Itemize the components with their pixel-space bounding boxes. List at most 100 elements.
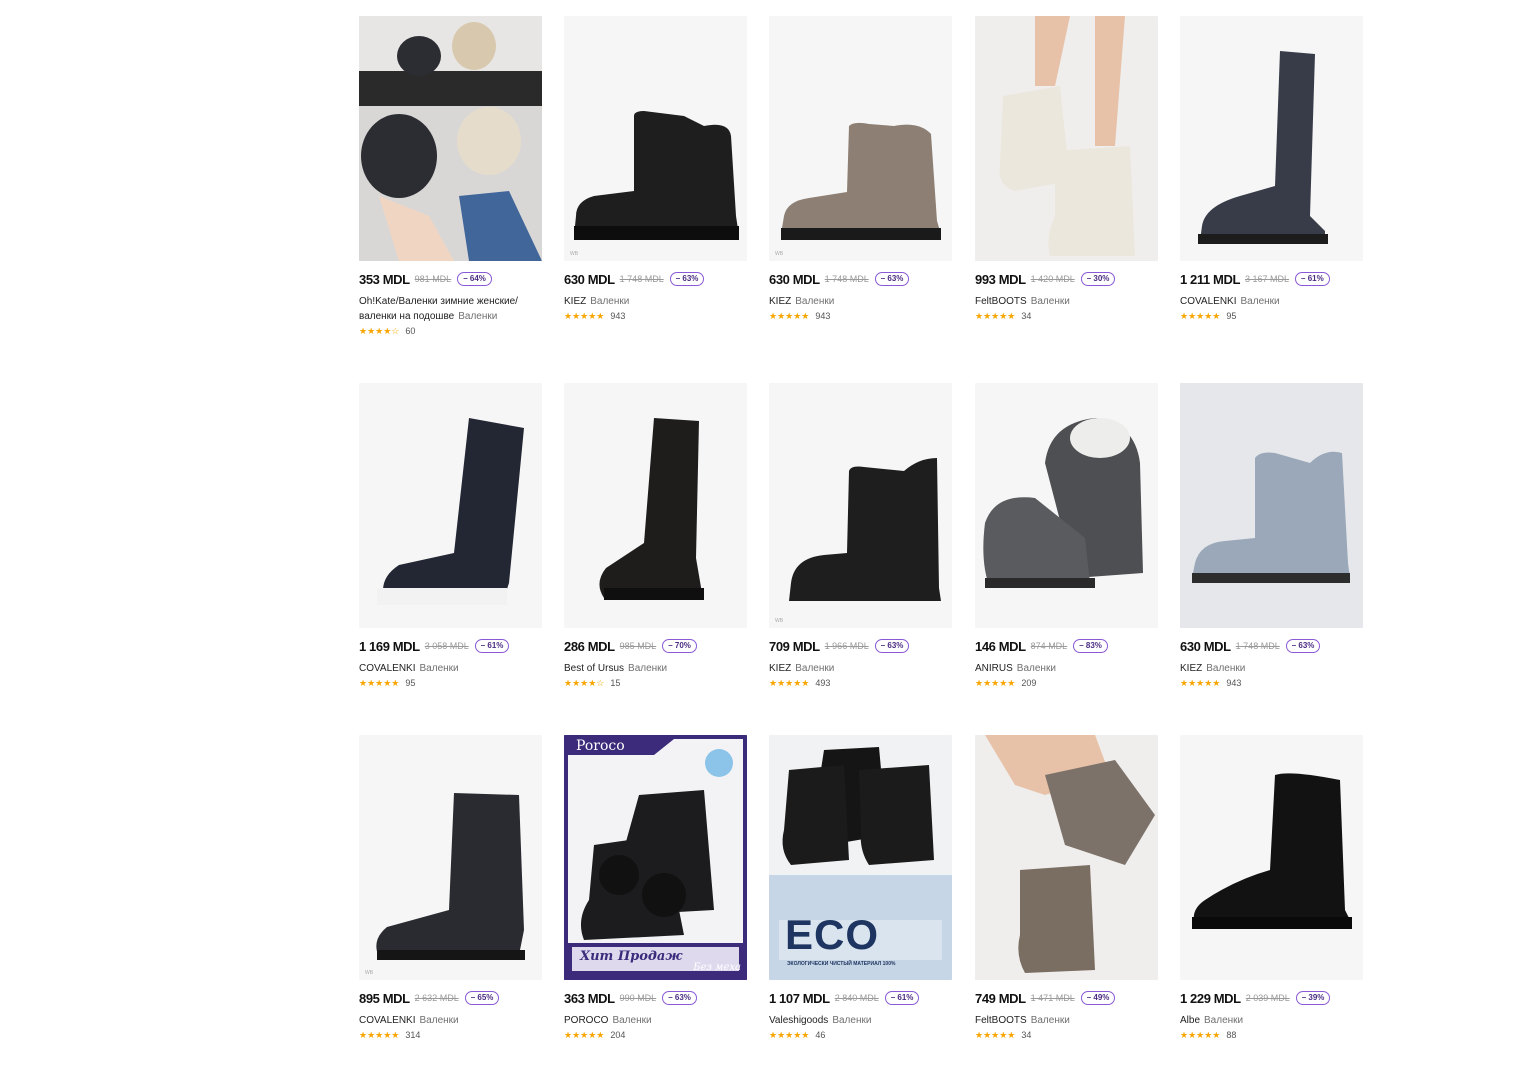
old-price: 2 840 MDL xyxy=(834,993,879,1003)
product-card[interactable]: 286 MDL 985 MDL – 70% Best of Ursus Валенки… xyxy=(564,383,747,689)
price: 363 MDL xyxy=(564,990,615,1006)
discount-badge: – 39% xyxy=(1295,991,1331,1005)
product-image[interactable] xyxy=(975,16,1158,261)
category-label: Валенки xyxy=(1206,663,1246,674)
rating: ★★★★☆ 15 xyxy=(564,677,747,689)
hit-badge: Хит Продаж xyxy=(580,949,683,964)
product-image[interactable] xyxy=(1180,735,1363,980)
product-name[interactable]: Best of Ursus Валенки xyxy=(564,661,747,676)
review-count: 34 xyxy=(1021,1030,1032,1040)
discount-badge: – 61% xyxy=(474,639,510,653)
old-price: 1 748 MDL xyxy=(824,274,869,284)
product-image[interactable]: WB xyxy=(769,16,952,261)
product-name[interactable]: POROCO Валенки xyxy=(564,1013,747,1028)
product-image[interactable]: Poroco Хит Продаж Без меха xyxy=(564,735,747,980)
eco-logo: ECO xyxy=(785,911,880,958)
category-label: Валенки xyxy=(1240,296,1280,307)
old-price: 990 MDL xyxy=(619,993,657,1003)
product-card[interactable]: ECO ЭКОЛОГИЧЕСКИ ЧИСТЫЙ МАТЕРИАЛ 100% 1 … xyxy=(769,735,952,1041)
product-name[interactable]: FeltBOOTS Валенки xyxy=(975,294,1158,309)
price: 630 MDL xyxy=(564,271,615,287)
product-name[interactable]: FeltBOOTS Валенки xyxy=(975,1013,1158,1028)
brand-name: KIEZ xyxy=(564,296,587,307)
old-price: 874 MDL xyxy=(1030,641,1068,651)
category-label: Валенки xyxy=(419,1015,459,1026)
price: 1 107 MDL xyxy=(769,990,830,1006)
product-card[interactable]: WB 895 MDL 2 632 MDL – 65% COVALENKI Валенк… xyxy=(359,735,542,1041)
product-card[interactable]: 1 211 MDL 3 167 MDL – 61% COVALENKI Валенки… xyxy=(1180,16,1363,322)
review-count: 88 xyxy=(1226,1030,1237,1040)
price: 1 211 MDL xyxy=(1180,271,1240,287)
discount-badge: – 61% xyxy=(1295,272,1330,286)
brand-name: COVALENKI xyxy=(359,663,416,674)
price: 1 229 MDL xyxy=(1180,990,1241,1006)
black-short-felt-boot-icon xyxy=(789,458,941,601)
product-image[interactable]: ECO ЭКОЛОГИЧЕСКИ ЧИСТЫЙ МАТЕРИАЛ 100% xyxy=(769,735,952,980)
black-tall-laced-boot-white-sole-icon xyxy=(377,418,524,605)
star-rating-icon: ★★★★★ xyxy=(564,311,605,321)
category-label: Валенки xyxy=(1030,296,1070,307)
product-name[interactable]: ANIRUS Валенки xyxy=(975,661,1158,676)
product-image[interactable] xyxy=(1180,16,1363,261)
price: 895 MDL xyxy=(359,990,410,1006)
product-card[interactable]: WB 630 MDL 1 748 MDL – 63% KIEZ Валенки ★★★… xyxy=(564,16,747,322)
product-image[interactable]: WB xyxy=(564,16,747,261)
product-image[interactable] xyxy=(359,383,542,628)
discount-badge: – 63% xyxy=(1285,639,1321,653)
price: 630 MDL xyxy=(1180,638,1231,654)
old-price: 1 420 MDL xyxy=(1030,274,1075,284)
product-image[interactable] xyxy=(975,383,1158,628)
price: 286 MDL xyxy=(564,638,615,654)
product-card[interactable]: 1 169 MDL 3 058 MDL – 61% COVALENKI Валенки… xyxy=(359,383,542,689)
product-image[interactable] xyxy=(975,735,1158,980)
product-card[interactable]: 353 MDL 981 MDL – 64% Oh!Kate/Валенки зимн… xyxy=(359,16,542,337)
product-card[interactable]: 993 MDL 1 420 MDL – 30% FeltBOOTS Валенки ★… xyxy=(975,16,1158,322)
product-card[interactable]: WB 709 MDL 1 966 MDL – 63% KIEZ Валенки ★★★… xyxy=(769,383,952,689)
category-label: Валенки xyxy=(458,311,498,322)
rating: ★★★★★ 95 xyxy=(359,677,542,689)
old-price: 2 632 MDL xyxy=(414,993,459,1003)
product-name[interactable]: KIEZ Валенки xyxy=(769,661,952,676)
star-rating-icon: ★★★★★ xyxy=(975,311,1016,321)
poroco-logo: Poroco xyxy=(576,738,625,754)
review-count: 943 xyxy=(815,311,831,321)
product-card[interactable]: 630 MDL 1 748 MDL – 63% KIEZ Валенки ★★★★★ 9… xyxy=(1180,383,1363,689)
discount-badge: – 70% xyxy=(662,639,697,653)
product-name[interactable]: Oh!Kate/Валенки зимние женские/валенки н… xyxy=(359,294,542,324)
product-name[interactable]: COVALENKI Валенки xyxy=(1180,294,1363,309)
brand-name: KIEZ xyxy=(769,663,792,674)
review-count: 95 xyxy=(405,678,416,688)
discount-badge: – 63% xyxy=(874,272,910,286)
product-image[interactable] xyxy=(564,383,747,628)
category-label: Валенки xyxy=(612,1015,652,1026)
product-image[interactable]: WB xyxy=(359,735,542,980)
product-image[interactable]: WB xyxy=(769,383,952,628)
product-name[interactable]: COVALENKI Валенки xyxy=(359,1013,542,1028)
eco-caption: ЭКОЛОГИЧЕСКИ ЧИСТЫЙ МАТЕРИАЛ 100% xyxy=(787,961,896,967)
old-price: 1 966 MDL xyxy=(824,641,869,651)
star-rating-icon: ★★★★★ xyxy=(769,311,810,321)
product-card[interactable]: 146 MDL 874 MDL – 83% ANIRUS Валенки ★★★★★ 2… xyxy=(975,383,1158,689)
review-count: 314 xyxy=(405,1030,421,1040)
star-rating-icon: ★★★★★ xyxy=(975,678,1016,688)
product-name[interactable]: KIEZ Валенки xyxy=(1180,661,1363,676)
rating: ★★★★★ 204 xyxy=(564,1029,747,1041)
product-card[interactable]: 1 229 MDL 2 039 MDL – 39% Albe Валенки ★★★★… xyxy=(1180,735,1363,1041)
brand-name: ANIRUS xyxy=(975,663,1013,674)
product-card[interactable]: WB 630 MDL 1 748 MDL – 63% KIEZ Валенки ★★★… xyxy=(769,16,952,322)
women-dark-boots-photo-icon xyxy=(359,16,542,261)
star-rating-icon: ★★★★★ xyxy=(564,1030,605,1040)
price: 749 MDL xyxy=(975,990,1026,1006)
product-card[interactable]: 749 MDL 1 471 MDL – 49% FeltBOOTS Валенки ★… xyxy=(975,735,1158,1041)
product-name[interactable]: KIEZ Валенки xyxy=(769,294,952,309)
product-name[interactable]: KIEZ Валенки xyxy=(564,294,747,309)
product-card[interactable]: Poroco Хит Продаж Без меха 363 MDL 990 MD… xyxy=(564,735,747,1041)
product-name[interactable]: Valeshigoods Валенки xyxy=(769,1013,952,1028)
rating: ★★★★★ 34 xyxy=(975,1029,1158,1041)
product-name[interactable]: Albe Валенки xyxy=(1180,1013,1363,1028)
product-name[interactable]: COVALENKI Валенки xyxy=(359,661,542,676)
watermark: WB xyxy=(570,251,579,257)
product-image[interactable] xyxy=(1180,383,1363,628)
price: 993 MDL xyxy=(975,271,1026,287)
product-image[interactable] xyxy=(359,16,542,261)
